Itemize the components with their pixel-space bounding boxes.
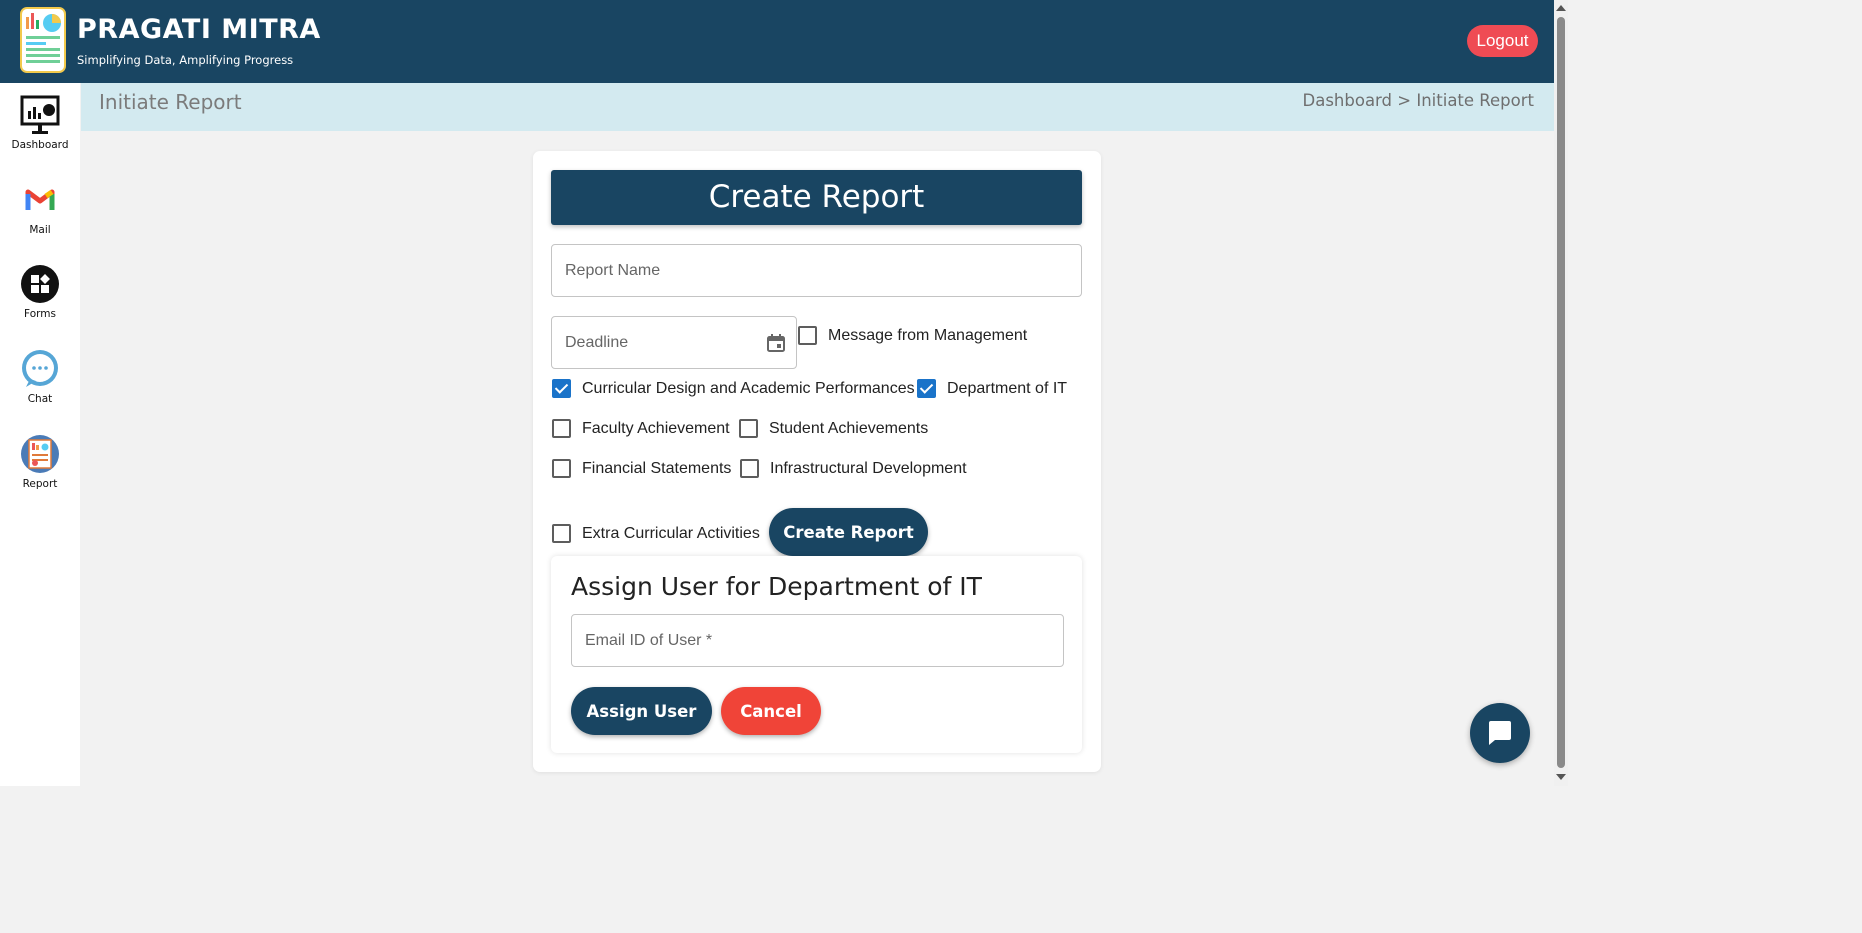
sidebar-item-mail[interactable]: Mail (0, 180, 80, 236)
create-report-button[interactable]: Create Report (769, 508, 928, 556)
email-field (571, 614, 1064, 667)
sidebar-item-label: Mail (29, 224, 51, 236)
cancel-button[interactable]: Cancel (721, 687, 821, 735)
checkbox-infrastructural-development[interactable]: Infrastructural Development (740, 459, 967, 478)
assign-user-title: Assign User for Department of IT (571, 572, 982, 601)
checkbox-box[interactable] (552, 459, 571, 478)
sidebar-item-dashboard[interactable]: Dashboard (0, 95, 80, 151)
scroll-down-arrow-icon[interactable] (1556, 774, 1566, 780)
checkbox-label: Curricular Design and Academic Performan… (582, 379, 915, 397)
page-title: Initiate Report (99, 90, 242, 114)
create-report-card: Create Report Message from Management Cu… (533, 151, 1101, 772)
checkbox-box[interactable] (552, 524, 571, 543)
page-header: Initiate Report Dashboard > Initiate Rep… (81, 83, 1554, 131)
checkbox-box[interactable] (798, 326, 817, 345)
checkbox-box[interactable] (739, 419, 758, 438)
sidebar-item-chat[interactable]: Chat (0, 349, 80, 405)
form-heading: Create Report (551, 170, 1082, 225)
checkbox-label: Student Achievements (769, 419, 929, 437)
breadcrumb-dashboard-link[interactable]: Dashboard (1303, 91, 1393, 110)
checkbox-label: Extra Curricular Activities (582, 524, 760, 542)
deadline-field (551, 316, 797, 369)
message-bubble-icon (1489, 721, 1511, 745)
report-name-input[interactable] (552, 245, 1081, 296)
checkbox-extra-curricular-activities[interactable]: Extra Curricular Activities (552, 524, 760, 543)
sidebar-item-label: Chat (27, 393, 53, 405)
app-logo-icon (26, 13, 61, 63)
checkbox-box[interactable] (740, 459, 759, 478)
checkbox-financial-statements[interactable]: Financial Statements (552, 459, 731, 478)
checkbox-label: Financial Statements (582, 459, 732, 477)
checkbox-box-checked[interactable] (917, 379, 936, 398)
report-icon (21, 435, 59, 473)
checkbox-faculty-achievement[interactable]: Faculty Achievement (552, 419, 730, 438)
mail-icon (25, 189, 55, 210)
scroll-up-arrow-icon[interactable] (1556, 5, 1566, 11)
forms-icon (21, 265, 59, 303)
checkbox-message-from-management[interactable]: Message from Management (798, 326, 1027, 345)
app-logo (20, 7, 66, 73)
top-bar: PRAGATI MITRA Simplifying Data, Amplifyi… (0, 0, 1568, 83)
calendar-icon[interactable] (766, 333, 786, 353)
breadcrumb: Dashboard > Initiate Report (1303, 91, 1535, 110)
sidebar-item-label: Dashboard (11, 139, 69, 151)
assign-user-button[interactable]: Assign User (571, 687, 712, 735)
checkbox-label: Message from Management (828, 326, 1028, 344)
app-subtitle: Simplifying Data, Amplifying Progress (77, 53, 294, 67)
email-input[interactable] (572, 615, 1063, 666)
sidebar-item-label: Report (22, 478, 58, 490)
report-name-field (551, 244, 1082, 297)
chat-icon (22, 350, 58, 387)
vertical-scrollbar[interactable] (1554, 0, 1568, 786)
sidebar-item-forms[interactable]: Forms (0, 264, 80, 320)
deadline-input[interactable] (552, 317, 796, 368)
checkbox-student-achievements[interactable]: Student Achievements (739, 419, 928, 438)
logout-button[interactable]: Logout (1467, 25, 1538, 57)
chat-fab-button[interactable] (1470, 703, 1530, 763)
dashboard-monitor-icon (20, 95, 60, 134)
breadcrumb-current: Initiate Report (1416, 91, 1534, 110)
checkbox-label: Infrastructural Development (770, 459, 967, 477)
sidebar-item-report[interactable]: Report (0, 434, 80, 490)
checkbox-box[interactable] (552, 419, 571, 438)
checkbox-label: Faculty Achievement (582, 419, 730, 437)
scrollbar-thumb[interactable] (1557, 17, 1565, 768)
checkbox-department-of-it[interactable]: Department of IT (917, 379, 1067, 398)
checkbox-box-checked[interactable] (552, 379, 571, 398)
assign-user-panel: Assign User for Department of IT Assign … (551, 556, 1082, 753)
checkbox-curricular-design[interactable]: Curricular Design and Academic Performan… (552, 379, 915, 398)
sidebar-item-label: Forms (24, 308, 56, 320)
checkbox-label: Department of IT (947, 379, 1068, 397)
breadcrumb-separator: > (1392, 91, 1417, 110)
app-title: PRAGATI MITRA (77, 14, 321, 45)
sidebar: Dashboard Mail Forms Chat Report (0, 83, 80, 786)
